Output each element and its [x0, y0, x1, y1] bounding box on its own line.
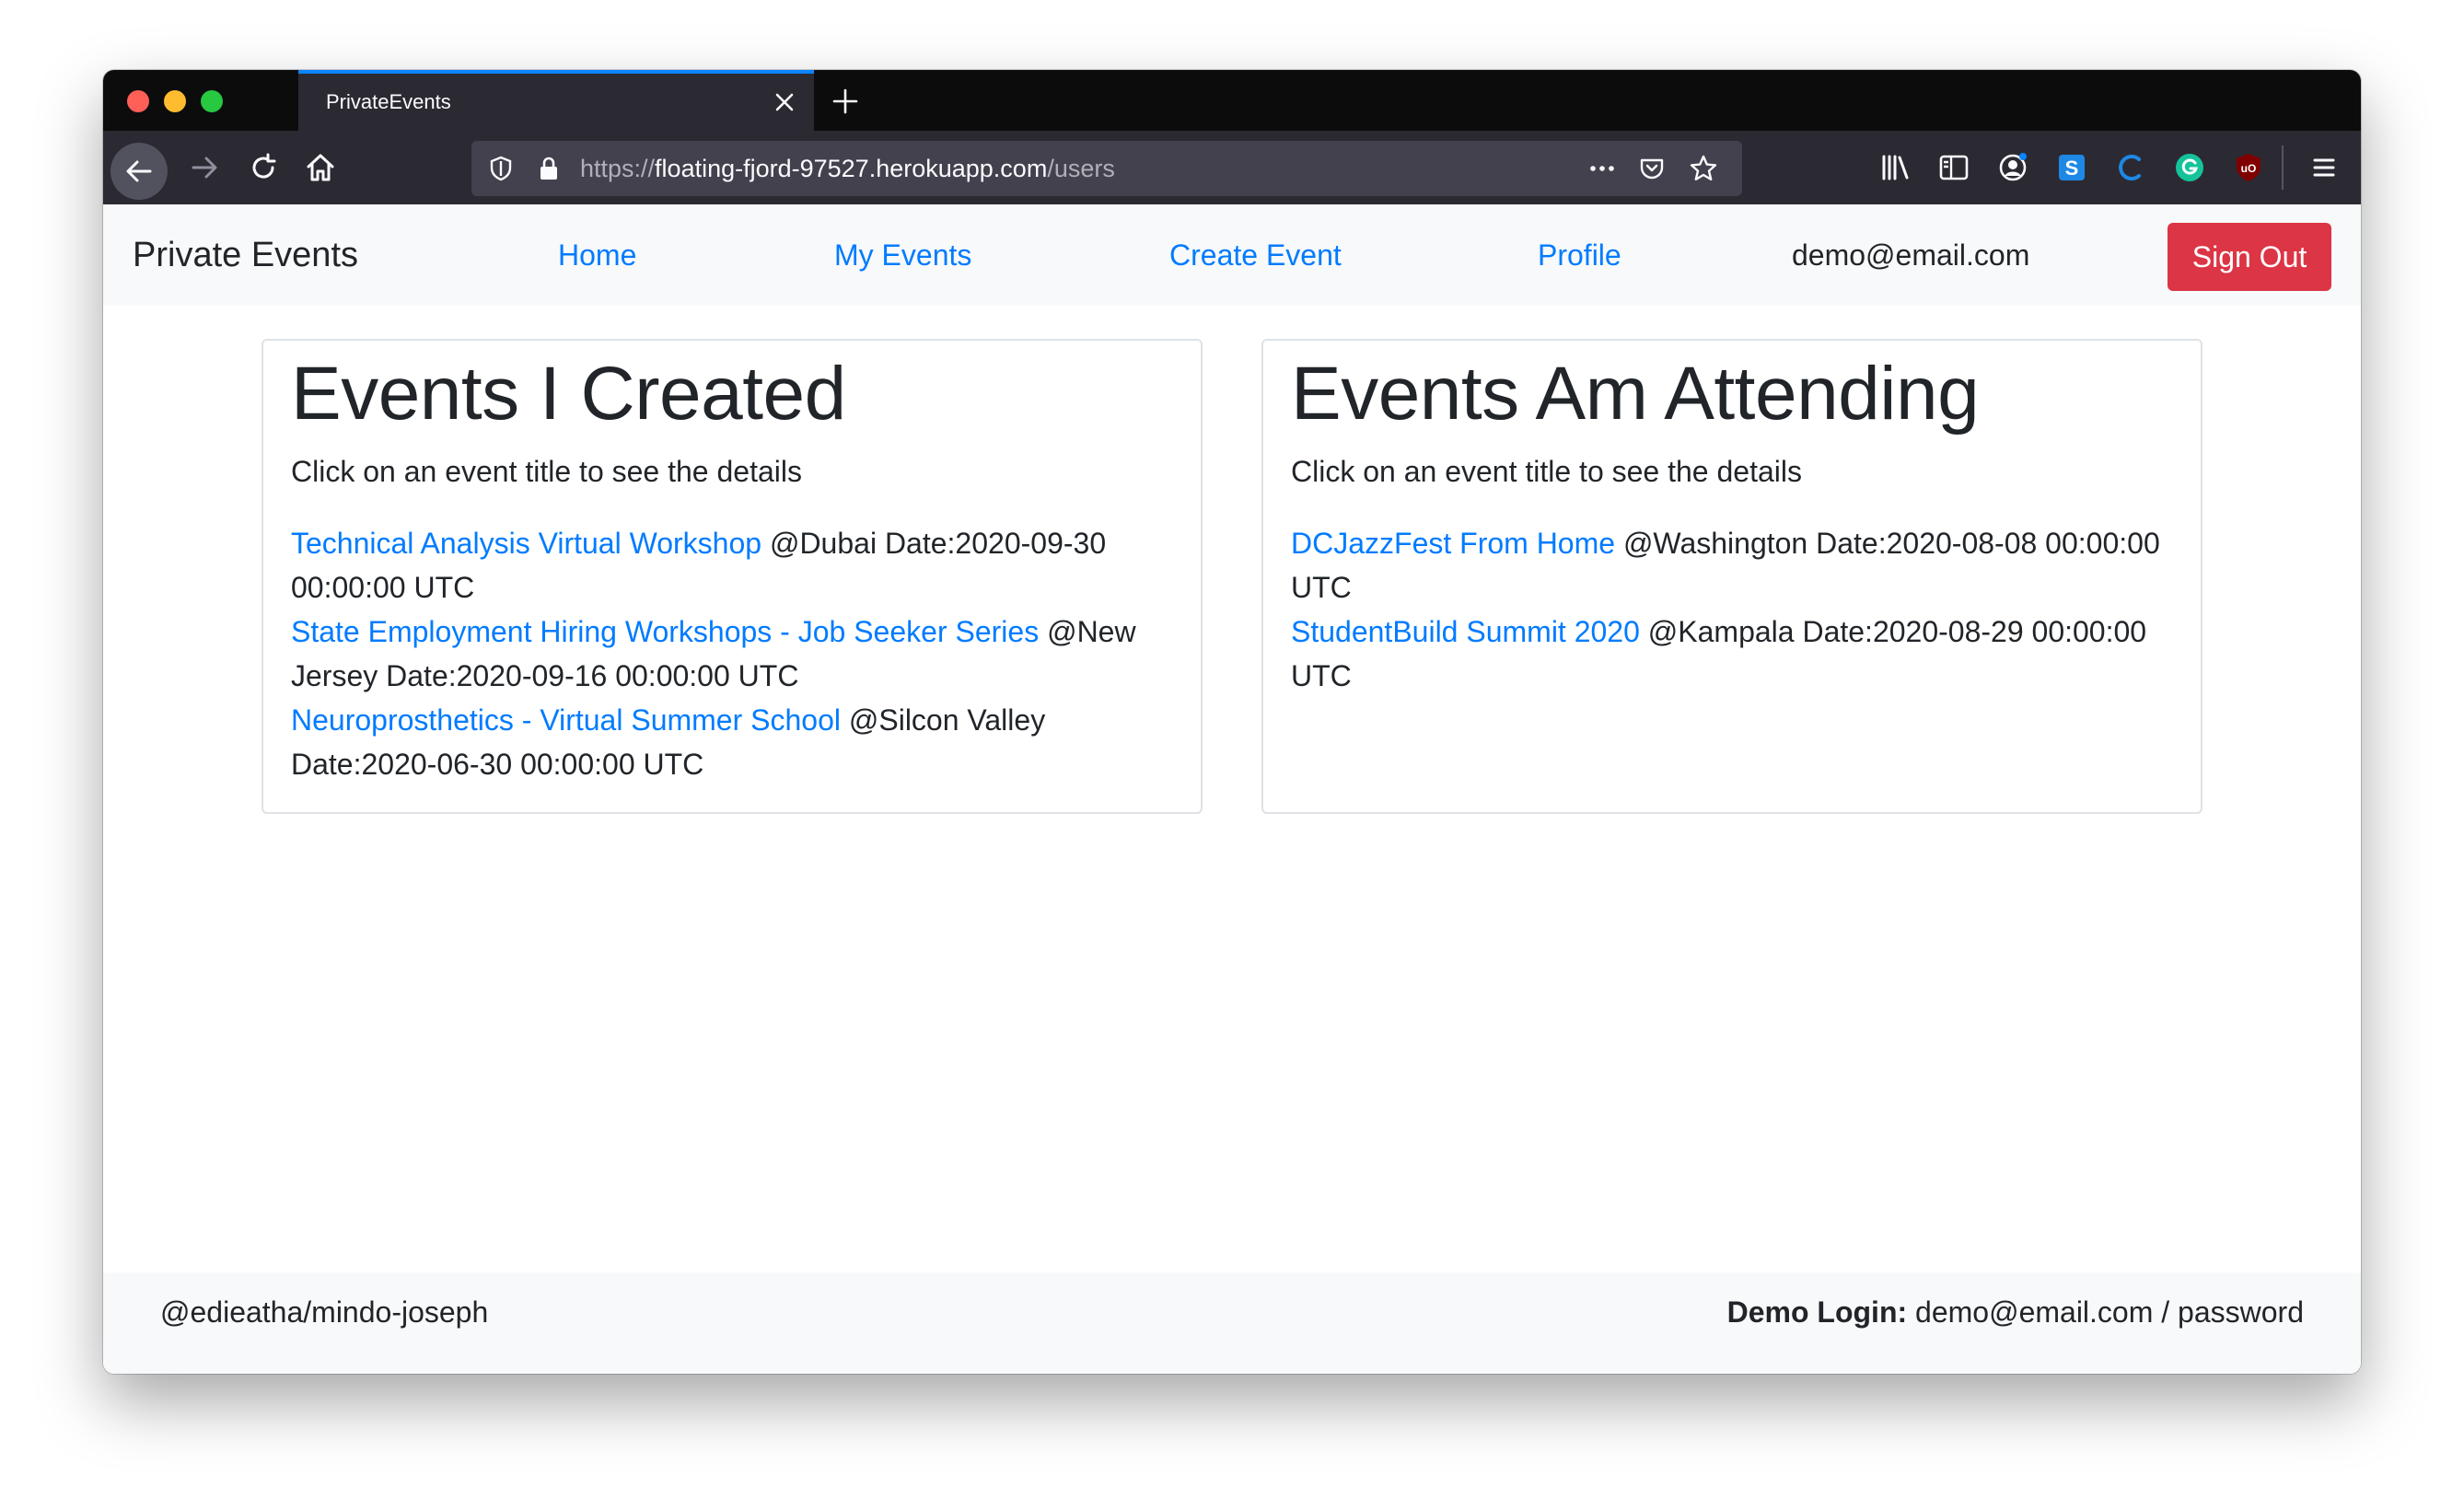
events-attending-card: Events Am Attending Click on an event ti… — [1261, 339, 2202, 814]
tab-strip: PrivateEvents — [103, 70, 2361, 131]
demo-login-value: demo@email.com / password — [1907, 1295, 2304, 1329]
forward-arrow-icon — [192, 157, 217, 179]
event-title-link[interactable]: State Employment Hiring Workshops - Job … — [291, 615, 1039, 648]
demo-login-label: Demo Login: — [1726, 1295, 1908, 1329]
list-item: StudentBuild Summit 2020 @Kampala Date:2… — [1291, 610, 2180, 698]
back-button[interactable] — [110, 143, 168, 200]
nav-link-create-event[interactable]: Create Event — [1169, 204, 1342, 306]
tab-active[interactable]: PrivateEvents — [298, 70, 814, 131]
user-email: demo@email.com — [1792, 238, 2030, 272]
nav-link-home[interactable]: Home — [558, 204, 636, 306]
ublock-icon[interactable]: uO — [2232, 151, 2265, 184]
home-icon — [307, 154, 334, 181]
footer-demo-login: Demo Login: demo@email.com / password — [1727, 1272, 2304, 1352]
brand-link[interactable]: Private Events — [133, 204, 358, 306]
window-zoom-button[interactable] — [201, 90, 223, 112]
event-title-link[interactable]: DCJazzFest From Home — [1291, 527, 1615, 560]
events-attending-hint: Click on an event title to see the detai… — [1291, 455, 1802, 488]
window-minimize-button[interactable] — [164, 90, 186, 112]
extension-c-icon[interactable] — [2114, 151, 2147, 184]
grammarly-icon[interactable] — [2173, 151, 2206, 184]
extension-s-icon[interactable]: S — [2055, 151, 2088, 184]
svg-text:uO: uO — [2241, 162, 2257, 175]
more-actions-icon[interactable] — [1587, 154, 1617, 183]
browser-toolbar: https://floating-fjord-97527.herokuapp.c… — [103, 131, 2361, 204]
url-text[interactable]: https://floating-fjord-97527.herokuapp.c… — [580, 141, 1115, 196]
events-created-list: Technical Analysis Virtual Workshop @Dub… — [291, 521, 1180, 786]
menu-icon[interactable] — [2307, 151, 2341, 184]
nav-link-my-events[interactable]: My Events — [834, 204, 971, 306]
account-icon[interactable] — [1996, 151, 2029, 184]
pocket-icon[interactable] — [1637, 154, 1667, 183]
back-arrow-icon — [126, 160, 152, 182]
shield-icon[interactable] — [486, 154, 516, 183]
new-tab-icon[interactable] — [831, 87, 860, 116]
events-created-heading: Events I Created — [291, 352, 846, 436]
footer-repo-credit: @edieatha/mindo-joseph — [160, 1295, 489, 1329]
list-item: Neuroprosthetics - Virtual Summer School… — [291, 698, 1180, 786]
nav-link-profile[interactable]: Profile — [1538, 204, 1621, 306]
sidebar-icon[interactable] — [1937, 151, 1970, 184]
list-item: State Employment Hiring Workshops - Job … — [291, 610, 1180, 698]
url-scheme: https:// — [580, 155, 656, 182]
event-title-link[interactable]: Technical Analysis Virtual Workshop — [291, 527, 761, 560]
events-created-hint: Click on an event title to see the detai… — [291, 455, 802, 488]
events-created-card: Events I Created Click on an event title… — [262, 339, 1203, 814]
site-footer: @edieatha/mindo-joseph Demo Login: demo@… — [103, 1272, 2361, 1374]
events-attending-list: DCJazzFest From Home @Washington Date:20… — [1291, 521, 2180, 698]
tab-close-icon[interactable] — [772, 89, 797, 115]
home-button[interactable] — [298, 145, 343, 190]
bookmark-star-icon[interactable] — [1689, 154, 1718, 183]
list-item: DCJazzFest From Home @Washington Date:20… — [1291, 521, 2180, 610]
site-navbar: Private Events Home My Events Create Eve… — [103, 204, 2361, 306]
url-host: floating-fjord-97527.herokuapp.com — [655, 155, 1048, 182]
library-icon[interactable] — [1878, 151, 1912, 184]
lock-icon[interactable] — [534, 154, 564, 183]
tab-title: PrivateEvents — [326, 90, 451, 113]
sign-out-button[interactable]: Sign Out — [2168, 223, 2331, 291]
window-close-button[interactable] — [127, 90, 149, 112]
page-content: Private Events Home My Events Create Eve… — [103, 204, 2361, 1374]
event-title-link[interactable]: Neuroprosthetics - Virtual Summer School — [291, 703, 841, 737]
svg-text:S: S — [2065, 157, 2079, 180]
event-title-link[interactable]: StudentBuild Summit 2020 — [1291, 615, 1640, 648]
address-bar[interactable]: https://floating-fjord-97527.herokuapp.c… — [471, 141, 1742, 196]
list-item: Technical Analysis Virtual Workshop @Dub… — [291, 521, 1180, 610]
toolbar-separator — [2282, 145, 2284, 190]
events-attending-heading: Events Am Attending — [1291, 352, 1980, 436]
reload-icon — [252, 153, 276, 179]
forward-button[interactable] — [182, 145, 227, 190]
reload-button[interactable] — [241, 145, 285, 190]
url-path: /users — [1047, 155, 1115, 182]
browser-window: PrivateEvents https://floating-fjord-975… — [103, 70, 2361, 1374]
